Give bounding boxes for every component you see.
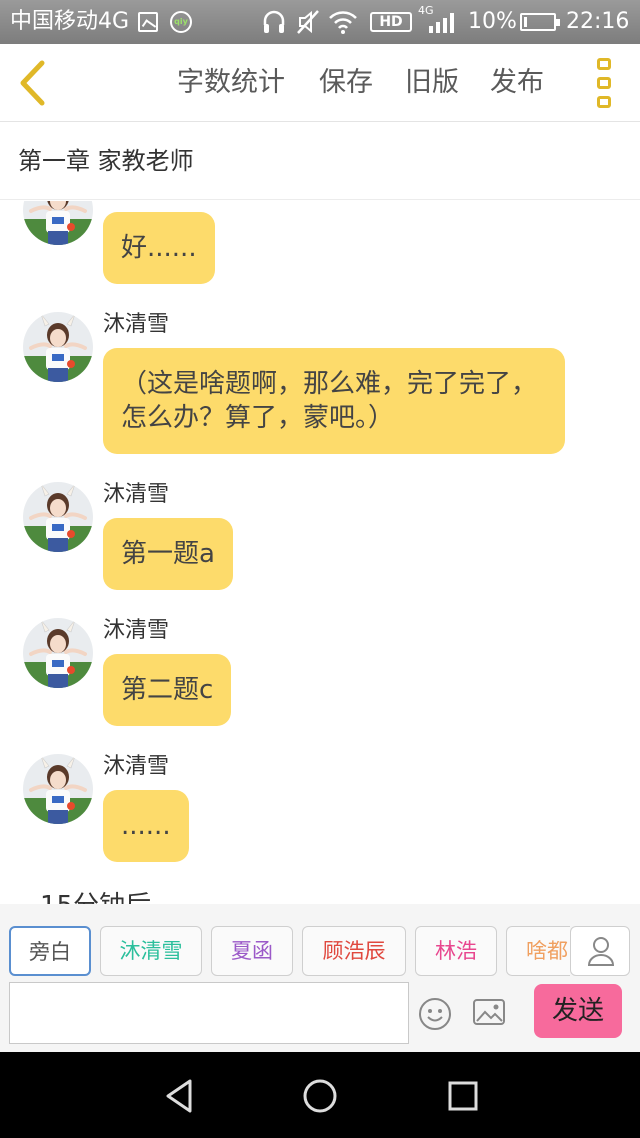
chapter-title: 第一章 家教老师: [18, 147, 194, 175]
publish-button[interactable]: 发布: [490, 66, 544, 100]
status-bar: 中国移动4G qiy HD 4G 10% 22:16: [0, 0, 640, 44]
battery-level: [524, 17, 527, 27]
word-count-button[interactable]: 字数统计: [177, 66, 285, 100]
role-selector[interactable]: 旁白 沐清雪 夏函 顾浩辰 林浩 啥都: [0, 926, 570, 978]
home-nav-icon[interactable]: [300, 1076, 340, 1116]
battery-icon: [520, 13, 560, 31]
role-shadou[interactable]: 啥都: [506, 926, 570, 976]
sender-name: 沐清雪: [103, 754, 170, 779]
recents-nav-icon[interactable]: [443, 1076, 483, 1116]
avatar-icon: [23, 618, 93, 688]
message-input[interactable]: [9, 982, 409, 1044]
message-bubble[interactable]: ......: [103, 790, 189, 862]
avatar-icon: [23, 754, 93, 824]
mute-icon: [297, 10, 319, 34]
gallery-icon: [138, 12, 158, 32]
chapter-header[interactable]: 第一章 家教老师: [0, 122, 640, 200]
avatar-icon: [23, 312, 93, 382]
image-icon[interactable]: [472, 997, 506, 1027]
compose-panel: 旁白 沐清雪 夏函 顾浩辰 林浩 啥都 发送: [0, 904, 640, 1052]
message-bubble[interactable]: 第一题a: [103, 518, 233, 590]
qiyi-icon: qiy: [170, 11, 192, 33]
hd-badge: HD: [370, 12, 412, 32]
role-manage-button[interactable]: [570, 926, 630, 976]
back-nav-icon[interactable]: [160, 1076, 200, 1116]
role-guhaochen[interactable]: 顾浩辰: [302, 926, 406, 976]
message-bubble[interactable]: 第二题c: [103, 654, 232, 726]
more-icon-dot: [597, 96, 611, 108]
emoji-icon[interactable]: [418, 997, 452, 1031]
wifi-icon: [329, 11, 357, 34]
more-icon-dot: [597, 77, 611, 89]
send-button[interactable]: 发送: [534, 984, 622, 1038]
avatar[interactable]: [23, 482, 93, 552]
more-icon: [597, 58, 611, 70]
sender-name: 沐清雪: [103, 312, 170, 337]
navigation-bar: [0, 1052, 640, 1138]
headphones-icon: [263, 10, 285, 33]
avatar[interactable]: [23, 618, 93, 688]
clock: 22:16: [566, 9, 630, 34]
signal-icon: [429, 13, 454, 33]
avatar[interactable]: [23, 312, 93, 382]
message-bubble[interactable]: （这是啥题啊，那么难，完了完了，怎么办？算了，蒙吧。）: [103, 348, 565, 454]
role-xiahan[interactable]: 夏函: [211, 926, 293, 976]
sender-name: 沐清雪: [103, 618, 170, 643]
back-button[interactable]: [14, 58, 54, 108]
old-version-button[interactable]: 旧版: [405, 66, 459, 100]
role-muqingxue[interactable]: 沐清雪: [100, 926, 202, 976]
chevron-left-icon: [20, 60, 45, 106]
chat-list[interactable]: 好...... 沐清雪 （这是啥题啊，那么难，完了完了，怎么办？算了，蒙吧。） …: [0, 201, 640, 904]
role-linhao[interactable]: 林浩: [415, 926, 497, 976]
save-button[interactable]: 保存: [319, 66, 373, 100]
user-icon: [587, 937, 615, 966]
battery-percent: 10%: [468, 9, 517, 34]
sender-name: 沐清雪: [103, 482, 170, 507]
narration-text[interactable]: 15分钟后: [40, 891, 151, 904]
top-toolbar: 字数统计 保存 旧版 发布: [0, 44, 640, 122]
avatar[interactable]: [23, 754, 93, 824]
carrier-label: 中国移动4G: [10, 9, 130, 34]
avatar[interactable]: [23, 201, 93, 245]
message-bubble[interactable]: 好......: [103, 212, 215, 284]
more-button[interactable]: [590, 58, 620, 110]
avatar-icon: [23, 482, 93, 552]
role-narrator[interactable]: 旁白: [9, 926, 91, 976]
avatar-icon: [23, 201, 93, 245]
